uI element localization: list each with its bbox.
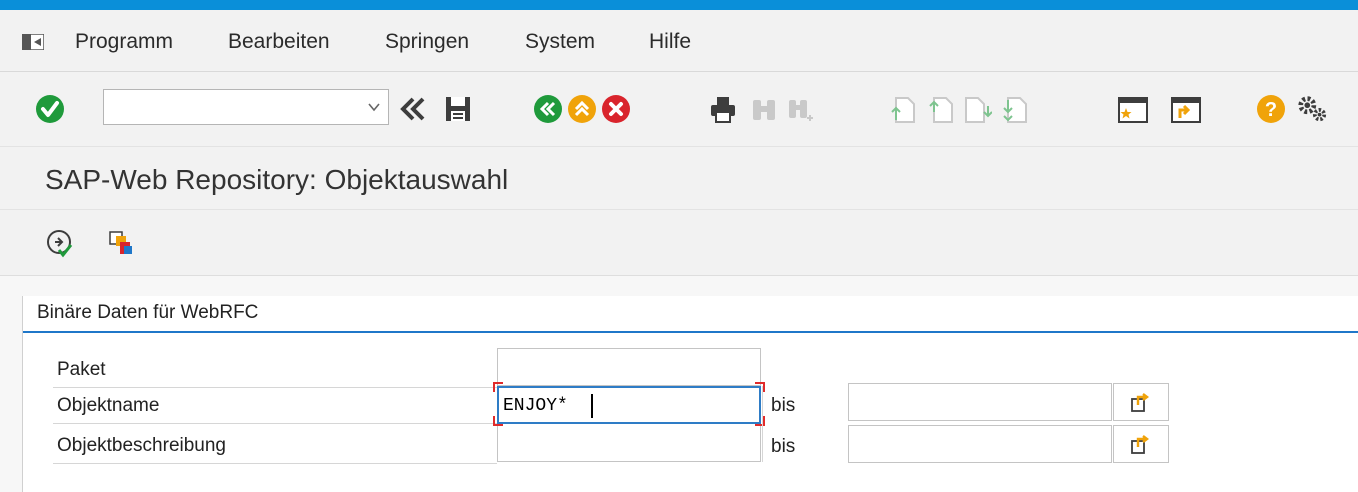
- next-page-icon: [965, 97, 992, 123]
- command-input[interactable]: [104, 90, 354, 124]
- required-marker-bl: [493, 416, 503, 426]
- find-button[interactable]: [748, 93, 780, 125]
- exit-button[interactable]: [566, 93, 598, 125]
- print-icon: [711, 97, 735, 123]
- back-button[interactable]: [532, 93, 564, 125]
- required-marker-br: [755, 416, 765, 426]
- field-label-objektbeschreibung: Objektbeschreibung: [53, 428, 497, 464]
- last-page-button[interactable]: [999, 93, 1031, 125]
- paket-input[interactable]: [497, 348, 761, 386]
- command-field-dropdown-icon[interactable]: [366, 99, 382, 115]
- find-next-icon: [789, 100, 813, 121]
- content-area: Binäre Daten für WebRFC Paket Objektname…: [0, 276, 1358, 492]
- objektbeschreibung-input[interactable]: [497, 426, 761, 462]
- required-marker-tr: [755, 382, 765, 392]
- print-button[interactable]: [707, 93, 739, 125]
- menu-system[interactable]: System: [525, 30, 595, 54]
- objektname-to-label: bis: [771, 395, 796, 416]
- back-icon: [534, 95, 562, 123]
- title-bar: SAP-Web Repository: Objektauswahl: [0, 146, 1358, 210]
- cancel-icon: [602, 95, 630, 123]
- menu-programm[interactable]: Programm: [75, 30, 173, 54]
- save-icon: [446, 97, 470, 121]
- svg-text:?: ?: [1265, 99, 1277, 121]
- required-marker-tl: [493, 382, 503, 392]
- first-page-icon: [891, 97, 915, 123]
- shortcut-icon: [1171, 97, 1201, 123]
- collapse-toolbar-button[interactable]: [397, 93, 429, 125]
- standard-toolbar: ?: [0, 72, 1358, 146]
- new-session-icon: [1118, 97, 1148, 123]
- column-separator: [762, 386, 763, 462]
- command-field[interactable]: [103, 89, 389, 125]
- new-session-button[interactable]: [1117, 93, 1149, 125]
- multiple-selection-icon: [1131, 435, 1149, 454]
- field-label-paket: Paket: [53, 352, 497, 388]
- previous-page-icon: [929, 97, 953, 123]
- objektbeschreibung-multiple-selection-button[interactable]: [1113, 425, 1169, 463]
- collapse-toolbar-icon: [400, 97, 425, 121]
- cancel-button[interactable]: [600, 93, 632, 125]
- menu-bearbeiten[interactable]: Bearbeiten: [228, 30, 330, 54]
- objektname-value: ENJOY*: [503, 396, 568, 416]
- objektbeschreibung-to-input[interactable]: [848, 425, 1112, 463]
- display-objects-button[interactable]: [105, 227, 137, 259]
- execute-button[interactable]: [44, 227, 76, 259]
- enter-button[interactable]: [34, 93, 66, 125]
- text-cursor: [591, 394, 593, 418]
- next-page-button[interactable]: [961, 93, 993, 125]
- group-title: Binäre Daten für WebRFC: [37, 302, 259, 323]
- page-title: SAP-Web Repository: Objektauswahl: [45, 164, 509, 195]
- exit-icon: [568, 95, 596, 123]
- find-icon: [753, 100, 775, 120]
- objektname-multiple-selection-button[interactable]: [1113, 383, 1169, 421]
- group-title-underline: [23, 331, 1358, 333]
- execute-icon: [47, 230, 73, 258]
- shortcut-button[interactable]: [1170, 93, 1202, 125]
- previous-page-button[interactable]: [925, 93, 957, 125]
- last-page-icon: [1003, 97, 1027, 123]
- objektname-to-input[interactable]: [848, 383, 1112, 421]
- customize-layout-button[interactable]: [1296, 93, 1328, 125]
- menu-hilfe[interactable]: Hilfe: [649, 30, 691, 54]
- objektbeschreibung-to-label: bis: [771, 436, 796, 457]
- display-objects-icon: [109, 231, 132, 254]
- menu-toggle-icon[interactable]: [22, 34, 44, 50]
- menu-bar: Programm Bearbeiten Springen System Hilf…: [0, 10, 1358, 72]
- top-accent-line: [0, 0, 1358, 10]
- help-button[interactable]: ?: [1255, 93, 1287, 125]
- field-label-objektname: Objektname: [53, 388, 497, 424]
- menu-springen[interactable]: Springen: [385, 30, 469, 54]
- save-button[interactable]: [442, 93, 474, 125]
- find-next-button[interactable]: [784, 93, 816, 125]
- multiple-selection-icon: [1131, 393, 1149, 412]
- customize-layout-icon: [1298, 96, 1327, 122]
- objektname-input[interactable]: ENJOY*: [497, 386, 761, 424]
- application-toolbar: [0, 210, 1358, 276]
- help-icon: ?: [1257, 95, 1285, 123]
- first-page-button[interactable]: [887, 93, 919, 125]
- enter-icon: [36, 95, 64, 123]
- selection-group: Binäre Daten für WebRFC Paket Objektname…: [22, 296, 1358, 492]
